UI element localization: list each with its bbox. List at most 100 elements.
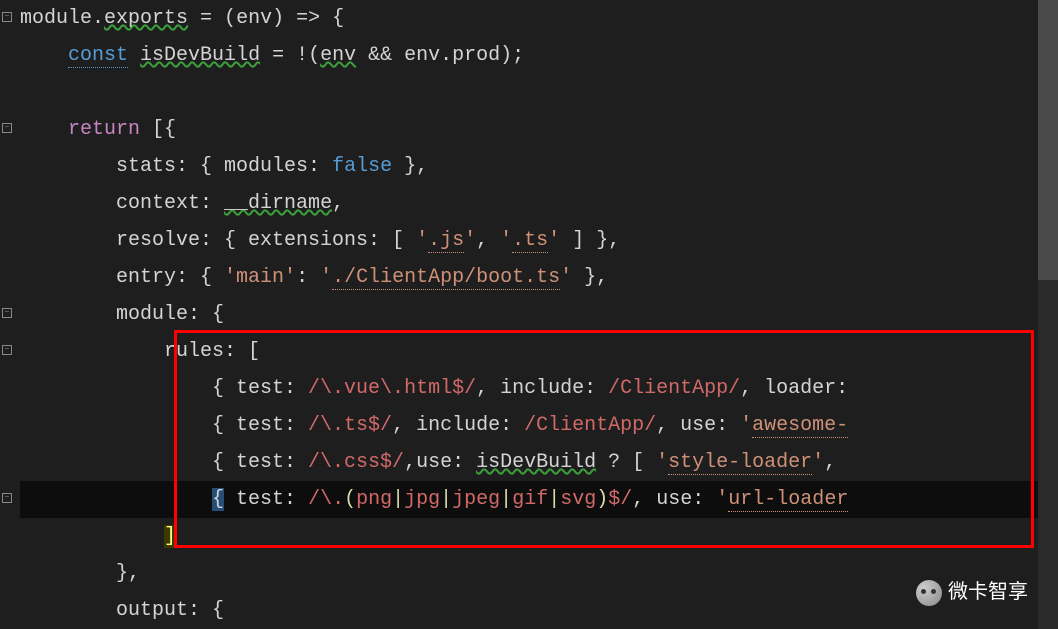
wechat-icon <box>916 580 942 606</box>
token-regex: gif <box>512 488 548 511</box>
token-punc: . <box>92 7 104 30</box>
code-line[interactable]: { test: /\.vue\.html$/, include: /Client… <box>20 370 1058 407</box>
token-bracket-yellow: ] <box>164 525 176 548</box>
code-line[interactable]: resolve: { extensions: [ '.js', '.ts' ] … <box>20 222 1058 259</box>
token-str-u: awesome- <box>752 414 848 438</box>
token-regex: /ClientApp/ <box>524 414 656 437</box>
token-prop: context: <box>116 192 224 215</box>
code-line[interactable]: output: { <box>20 592 1058 629</box>
token-str: ' <box>656 451 668 474</box>
token-punc: ); <box>500 44 524 67</box>
token-regex: /\. <box>308 488 344 511</box>
token-regex: svg <box>560 488 596 511</box>
token-str: ' <box>812 451 824 474</box>
token-regex-bar: ( <box>344 488 356 511</box>
token-regex-bar: | <box>392 488 404 511</box>
token-punc: = !( <box>260 44 320 67</box>
code-line[interactable]: context: __dirname, <box>20 185 1058 222</box>
code-line[interactable]: module: { <box>20 296 1058 333</box>
token-regex: jpeg <box>452 488 500 511</box>
code-line[interactable]: stats: { modules: false }, <box>20 148 1058 185</box>
token-punc: , <box>332 192 344 215</box>
token-punc: , <box>476 229 500 252</box>
token-regex-bar: ) <box>596 488 608 511</box>
token-prop: rules: [ <box>164 340 260 363</box>
scrollbar-vertical[interactable] <box>1038 0 1058 629</box>
fold-marker-icon[interactable]: − <box>2 308 12 318</box>
token-str: ' <box>560 266 572 289</box>
watermark-text: 微卡智享 <box>948 574 1028 611</box>
token-prop: { test: <box>212 451 308 474</box>
code-line[interactable]: { test: /\.(png|jpg|jpeg|gif|svg)$/, use… <box>20 481 1058 518</box>
scrollbar-thumb[interactable] <box>1038 0 1058 280</box>
token-punc: , <box>824 451 836 474</box>
token-regex: jpg <box>404 488 440 511</box>
code-line[interactable]: }, <box>20 555 1058 592</box>
token-regex-bar: | <box>500 488 512 511</box>
token-str: ' <box>500 229 512 252</box>
token-prop: , use: <box>632 488 716 511</box>
token-str: ' <box>320 266 332 289</box>
token-str: ' <box>740 414 752 437</box>
token-prop: , loader: <box>740 377 848 400</box>
token-punc: ] }, <box>560 229 620 252</box>
token-sel-start: { <box>212 488 224 511</box>
fold-marker-icon[interactable]: − <box>2 123 12 133</box>
token-prop: resolve: { extensions: [ <box>116 229 416 252</box>
token-punc <box>128 44 140 67</box>
token-kw-false: false <box>332 155 392 178</box>
code-line[interactable]: rules: [ <box>20 333 1058 370</box>
token-prop: { test: <box>212 414 308 437</box>
token-str: ' <box>548 229 560 252</box>
token-punc: = ( <box>188 7 236 30</box>
token-prop: , include: <box>392 414 524 437</box>
token-punc: }, <box>572 266 608 289</box>
token-str-u: .ts <box>512 229 548 253</box>
token-prop: , include: <box>476 377 608 400</box>
token-punc: [{ <box>140 118 176 141</box>
code-line[interactable]: entry: { 'main': './ClientApp/boot.ts' }… <box>20 259 1058 296</box>
token-iden: prod <box>452 44 500 67</box>
token-regex-bar: | <box>548 488 560 511</box>
token-regex: $/ <box>608 488 632 511</box>
token-punc: ) => { <box>272 7 344 30</box>
token-punc: }, <box>116 562 140 585</box>
token-prop: ,use: <box>404 451 476 474</box>
token-punc: : <box>296 266 320 289</box>
token-punc: }, <box>392 155 428 178</box>
code-area[interactable]: module.exports = (env) => { const isDevB… <box>16 0 1058 629</box>
token-regex: /\.vue\.html$/ <box>308 377 476 400</box>
token-iden-wavy: exports <box>104 7 188 30</box>
fold-gutter[interactable]: − − − − − <box>0 0 16 629</box>
code-line[interactable]: module.exports = (env) => { <box>20 0 1058 37</box>
token-str-u: .js <box>428 229 464 253</box>
token-iden-wavy: env <box>320 44 356 67</box>
token-str: ' <box>464 229 476 252</box>
code-line[interactable]: return [{ <box>20 111 1058 148</box>
token-iden-wavy: isDevBuild <box>140 44 260 67</box>
token-regex: /\.ts$/ <box>308 414 392 437</box>
token-punc: ? [ <box>596 451 656 474</box>
token-prop: test: <box>224 488 308 511</box>
token-str-u: url-loader <box>728 488 848 512</box>
code-line[interactable] <box>20 74 1058 111</box>
token-iden: env <box>404 44 440 67</box>
token-iden-wavy: isDevBuild <box>476 451 596 474</box>
token-kw-return: return <box>68 118 140 141</box>
fold-marker-icon[interactable]: − <box>2 345 12 355</box>
code-line[interactable]: ] <box>20 518 1058 555</box>
token-str-u: style-loader <box>668 451 812 475</box>
token-regex: /ClientApp/ <box>608 377 740 400</box>
fold-marker-icon[interactable]: − <box>2 12 12 22</box>
token-str: 'main' <box>224 266 296 289</box>
code-line[interactable]: const isDevBuild = !(env && env.prod); <box>20 37 1058 74</box>
code-editor[interactable]: − − − − − module.exports = (env) => { const … <box>0 0 1058 629</box>
code-line[interactable]: { test: /\.css$/,use: isDevBuild ? [ 'st… <box>20 444 1058 481</box>
token-operator: && <box>356 44 404 67</box>
token-iden: env <box>236 7 272 30</box>
token-regex: /\.css$/ <box>308 451 404 474</box>
token-punc: . <box>440 44 452 67</box>
token-regex-bar: | <box>440 488 452 511</box>
fold-marker-icon[interactable]: − <box>2 493 12 503</box>
code-line[interactable]: { test: /\.ts$/, include: /ClientApp/, u… <box>20 407 1058 444</box>
